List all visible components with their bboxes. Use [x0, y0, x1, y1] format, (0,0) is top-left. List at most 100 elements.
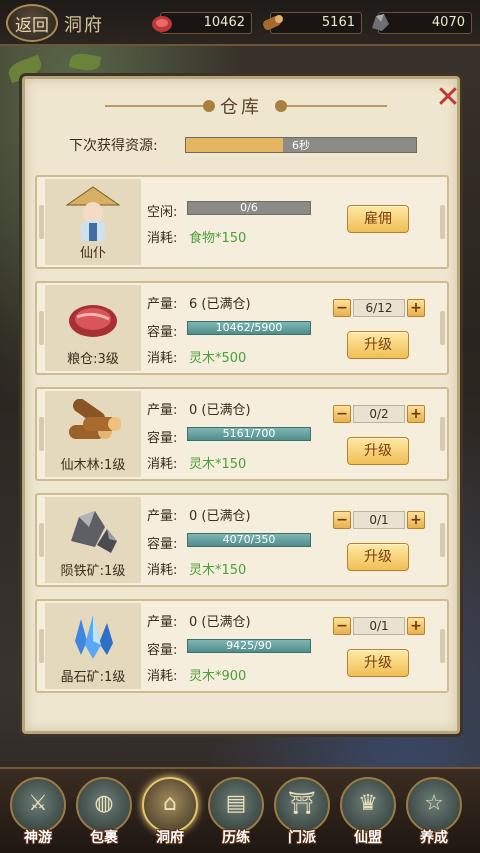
- idle-bar: 0/6: [187, 201, 311, 215]
- meat-icon: [69, 305, 117, 337]
- idle-label: 空闲:: [147, 205, 178, 220]
- cost-label: 消耗:: [147, 351, 178, 366]
- meat-icon: [152, 16, 172, 32]
- leaf-decoration: [68, 51, 102, 73]
- back-button[interactable]: 返回: [6, 4, 58, 42]
- decrease-button[interactable]: −: [333, 405, 351, 423]
- next-resource-timer: 6秒: [292, 139, 310, 152]
- pentagram-icon: ☆: [424, 791, 444, 816]
- card-pin-left: [39, 629, 44, 663]
- cost-label: 消耗:: [147, 563, 178, 578]
- next-resource-row: 下次获得资源: 6秒: [69, 135, 449, 155]
- next-resource-label: 下次获得资源:: [69, 138, 158, 154]
- building-name: 晶石矿:1级: [60, 670, 126, 685]
- bag-icon: ◍: [94, 791, 114, 816]
- output-value: 6 (已满仓): [189, 297, 251, 312]
- iron-count: 4070: [378, 12, 472, 34]
- nav-label: 洞府: [156, 830, 184, 846]
- nav-item-baoguo[interactable]: ◍ 包裹: [74, 777, 134, 849]
- worker-name: 仙仆: [79, 246, 106, 261]
- nav-label: 包裹: [90, 830, 118, 846]
- output-value: 0 (已满仓): [189, 615, 251, 630]
- panel-title: 仓库: [220, 97, 262, 118]
- title-ornament-right: [287, 105, 387, 107]
- output-label: 产量:: [147, 403, 178, 418]
- upgrade-cost: 灵木*500: [189, 351, 247, 366]
- upgrade-button[interactable]: 升级: [347, 543, 409, 571]
- nav-item-xianmeng[interactable]: ♛ 仙盟: [338, 777, 398, 849]
- nav-label: 神游: [24, 830, 52, 846]
- worker-count: 6/12: [353, 299, 405, 317]
- upgrade-button[interactable]: 升级: [347, 649, 409, 677]
- servant-icon: [65, 186, 121, 241]
- building-portrait: 陨铁矿:1级: [45, 497, 141, 583]
- card-pin-right: [440, 417, 445, 451]
- nav-label: 门派: [288, 830, 316, 846]
- page-title: 洞府: [64, 15, 104, 36]
- nav-item-yangcheng[interactable]: ☆ 养成: [404, 777, 464, 849]
- increase-button[interactable]: +: [407, 511, 425, 529]
- scroll-icon: ▤: [225, 791, 247, 816]
- card-pin-left: [39, 311, 44, 345]
- worker-card: 仙仆 空闲: 0/6 消耗: 食物*150 雇佣: [35, 175, 449, 269]
- building-card: 陨铁矿:1级 产量: 0 (已满仓) 容量: 4070/350 消耗: 灵木*1…: [35, 493, 449, 587]
- gate-icon: ⛩: [288, 791, 316, 816]
- cost-label: 消耗:: [147, 669, 178, 684]
- upgrade-button[interactable]: 升级: [347, 331, 409, 359]
- decrease-button[interactable]: −: [333, 299, 351, 317]
- nav-item-shenyou[interactable]: ⚔ 神游: [8, 777, 68, 849]
- output-label: 产量:: [147, 297, 178, 312]
- nav-label: 历练: [222, 830, 250, 846]
- worker-cost: 食物*150: [189, 231, 247, 246]
- increase-button[interactable]: +: [407, 299, 425, 317]
- card-pin-right: [440, 523, 445, 557]
- card-pin-left: [39, 417, 44, 451]
- alliance-icon: ♛: [358, 791, 378, 816]
- output-value: 0 (已满仓): [189, 403, 251, 418]
- palace-icon: ⌂: [163, 791, 177, 816]
- worker-portrait: 仙仆: [45, 179, 141, 265]
- building-card: 晶石矿:1级 产量: 0 (已满仓) 容量: 9425/90 消耗: 灵木*90…: [35, 599, 449, 693]
- decrease-button[interactable]: −: [333, 511, 351, 529]
- warehouse-panel: 仓库 ✕ 下次获得资源: 6秒 仙仆 空闲: 0/6 消耗: 食物*150 雇佣: [22, 76, 463, 734]
- card-pin-right: [440, 311, 445, 345]
- upgrade-cost: 灵木*150: [189, 457, 247, 472]
- output-label: 产量:: [147, 509, 178, 524]
- card-pin-right: [440, 205, 445, 239]
- upgrade-button[interactable]: 升级: [347, 437, 409, 465]
- increase-button[interactable]: +: [407, 405, 425, 423]
- swords-icon: ⚔: [28, 791, 48, 816]
- card-pin-left: [39, 523, 44, 557]
- worker-count: 0/1: [353, 617, 405, 635]
- building-card: 仙木林:1级 产量: 0 (已满仓) 容量: 5161/700 消耗: 灵木*1…: [35, 387, 449, 481]
- increase-button[interactable]: +: [407, 617, 425, 635]
- iron-ore-icon: [71, 511, 117, 553]
- nav-label: 仙盟: [354, 830, 382, 846]
- capacity-label: 容量:: [147, 537, 178, 552]
- capacity-label: 容量:: [147, 643, 178, 658]
- bottom-nav: ⚔ 神游 ◍ 包裹 ⌂ 洞府 ▤ 历练 ⛩ 门派 ♛ 仙盟 ☆ 养成: [0, 767, 480, 853]
- card-pin-right: [440, 629, 445, 663]
- building-portrait: 晶石矿:1级: [45, 603, 141, 689]
- building-card: 粮仓:3级 产量: 6 (已满仓) 容量: 10462/5900 消耗: 灵木*…: [35, 281, 449, 375]
- wood-icon: [263, 15, 283, 31]
- cost-label: 消耗:: [147, 457, 178, 472]
- nav-item-lilian[interactable]: ▤ 历练: [206, 777, 266, 849]
- worker-count: 0/1: [353, 511, 405, 529]
- building-portrait: 粮仓:3级: [45, 285, 141, 371]
- nav-item-menpai[interactable]: ⛩ 门派: [272, 777, 332, 849]
- close-icon[interactable]: ✕: [433, 83, 463, 113]
- nav-item-dongfu[interactable]: ⌂ 洞府: [140, 777, 200, 849]
- upgrade-cost: 灵木*900: [189, 669, 247, 684]
- hire-button[interactable]: 雇佣: [347, 205, 409, 233]
- building-portrait: 仙木林:1级: [45, 391, 141, 477]
- iron-ore-icon: [372, 14, 389, 31]
- building-name: 陨铁矿:1级: [60, 564, 126, 579]
- upgrade-cost: 灵木*150: [189, 563, 247, 578]
- decrease-button[interactable]: −: [333, 617, 351, 635]
- wood-icon: [69, 399, 121, 439]
- worker-count: 0/2: [353, 405, 405, 423]
- capacity-bar: 5161/700: [187, 427, 311, 441]
- top-bar: 返回 洞府 10462 5161 4070: [0, 0, 480, 46]
- next-resource-progress: 6秒: [185, 137, 417, 153]
